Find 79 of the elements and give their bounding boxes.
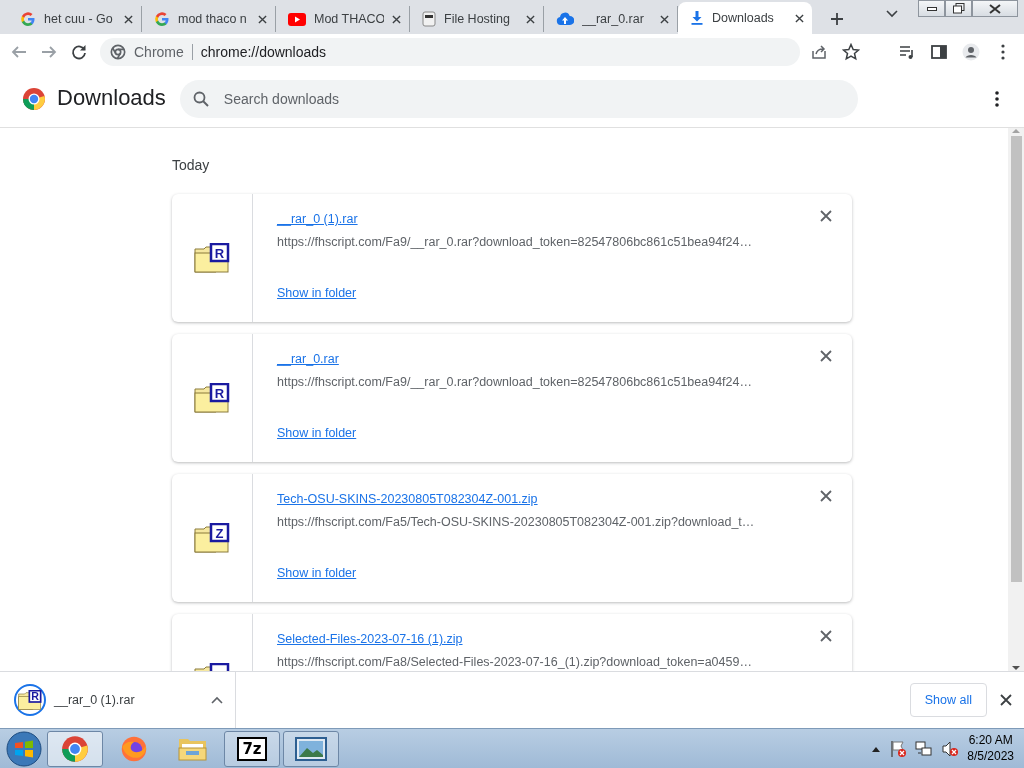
media-list-icon[interactable]	[898, 43, 916, 61]
start-button[interactable]	[4, 730, 44, 767]
download-url: https://fhscript.com/Fa9/__rar_0.rar?download_token=82547806bc861c51bea94f24…	[277, 375, 753, 391]
tab-close-icon[interactable]	[795, 13, 804, 23]
tab-title: Mod THACO	[314, 10, 384, 28]
tab-title: mod thaco n	[178, 10, 248, 28]
tab-close-icon[interactable]	[392, 14, 401, 24]
taskbar-button[interactable]	[283, 730, 339, 767]
browser-tab[interactable]: Mod THACO	[276, 6, 410, 32]
profile-icon[interactable]	[962, 43, 980, 61]
browser-tab[interactable]: Downloads	[678, 2, 812, 34]
show-in-folder-link[interactable]: Show in folder	[277, 566, 357, 582]
browser-tab[interactable]: File Hosting	[410, 6, 544, 32]
reload-icon[interactable]	[70, 43, 88, 61]
taskbar-button[interactable]: 7z	[224, 730, 280, 767]
video-play-icon	[288, 12, 306, 26]
restore-icon[interactable]	[952, 3, 965, 14]
remove-icon[interactable]	[820, 630, 832, 642]
network-icon[interactable]	[915, 739, 934, 758]
page-title: Downloads	[57, 85, 166, 112]
side-panel-icon[interactable]	[930, 43, 948, 61]
file-name-link[interactable]: __rar_0 (1).rar	[277, 212, 358, 226]
tab-search-icon[interactable]	[886, 10, 898, 18]
remove-icon[interactable]	[820, 490, 832, 502]
taskbar-button[interactable]	[47, 730, 103, 767]
tab-close-icon[interactable]	[526, 14, 535, 24]
minimize-icon[interactable]	[926, 6, 937, 11]
tab-title: __rar_0.rar	[582, 10, 645, 28]
download-url: https://fhscript.com/Fa9/__rar_0.rar?download_token=82547806bc861c51bea94f24…	[277, 235, 753, 251]
site-label: Chrome	[134, 42, 184, 62]
google-icon	[20, 11, 36, 27]
chevron-up-icon[interactable]	[211, 696, 223, 704]
show-all-button[interactable]: Show all	[909, 682, 987, 718]
clock-time: 6:20 AM	[967, 732, 1014, 749]
download-url: https://fhscript.com/Fa5/Tech-OSU-SKINS-20230805T082304Z-001.zip?download_t…	[277, 515, 756, 531]
share-icon[interactable]	[810, 43, 828, 61]
google-icon	[154, 11, 170, 27]
clock-date: 8/5/2023	[967, 748, 1014, 765]
seven-zip-logo: 7z	[237, 736, 267, 761]
close-icon[interactable]	[989, 3, 1001, 14]
file-name-link[interactable]: Tech-OSU-SKINS-20230805T082304Z-001.zip	[277, 492, 538, 506]
browser-tab[interactable]: __rar_0.rar	[544, 6, 678, 32]
star-icon[interactable]	[842, 43, 860, 61]
browser-tab[interactable]: mod thaco n	[142, 6, 276, 32]
clock[interactable]: 6:20 AM 8/5/2023	[967, 732, 1014, 765]
section-heading: Today	[172, 156, 211, 175]
address-bar[interactable]: Chrome chrome://downloads	[100, 38, 800, 66]
tab-close-icon[interactable]	[660, 14, 669, 24]
fox-globe-icon	[120, 734, 148, 763]
close-icon[interactable]	[1000, 694, 1012, 706]
search-icon	[192, 90, 209, 107]
url-text: chrome://downloads	[200, 42, 327, 62]
picture-viewer-icon	[295, 736, 327, 761]
scroll-down-arrow-icon[interactable]	[1012, 665, 1020, 671]
show-in-folder-link[interactable]: Show in folder	[277, 286, 357, 302]
browser-tab[interactable]: het cuu - Go	[8, 6, 142, 32]
page-icon	[422, 11, 436, 27]
tab-close-icon[interactable]	[124, 14, 133, 24]
scrollbar[interactable]	[1008, 128, 1024, 671]
download-url: https://fhscript.com/Fa8/Selected-Files-2023-07-16_(1).zip?download_token=a0459…	[277, 655, 753, 671]
tab-title: File Hosting	[444, 10, 511, 28]
show-in-folder-link[interactable]: Show in folder	[277, 426, 357, 442]
remove-icon[interactable]	[820, 350, 832, 362]
file-name-link[interactable]: __rar_0.rar	[277, 352, 339, 366]
chrome-icon	[110, 44, 126, 60]
shelf-file-name[interactable]: __rar_0 (1).rar	[54, 690, 135, 710]
chrome-icon	[61, 734, 89, 763]
speaker-muted-icon[interactable]	[941, 739, 960, 758]
tab-close-icon[interactable]	[258, 14, 267, 24]
flag-icon[interactable]	[889, 739, 908, 758]
search-field[interactable]: Search downloads	[179, 79, 858, 118]
tab-title: Downloads	[712, 9, 775, 27]
cloud-upload-icon	[556, 12, 574, 26]
tab-title: het cuu - Go	[44, 10, 114, 28]
remove-icon[interactable]	[820, 210, 832, 222]
new-tab-icon[interactable]	[830, 12, 844, 26]
chrome-logo-icon	[22, 86, 46, 111]
download-icon	[690, 10, 704, 26]
file-name-link[interactable]: Selected-Files-2023-07-16 (1).zip	[277, 632, 463, 646]
